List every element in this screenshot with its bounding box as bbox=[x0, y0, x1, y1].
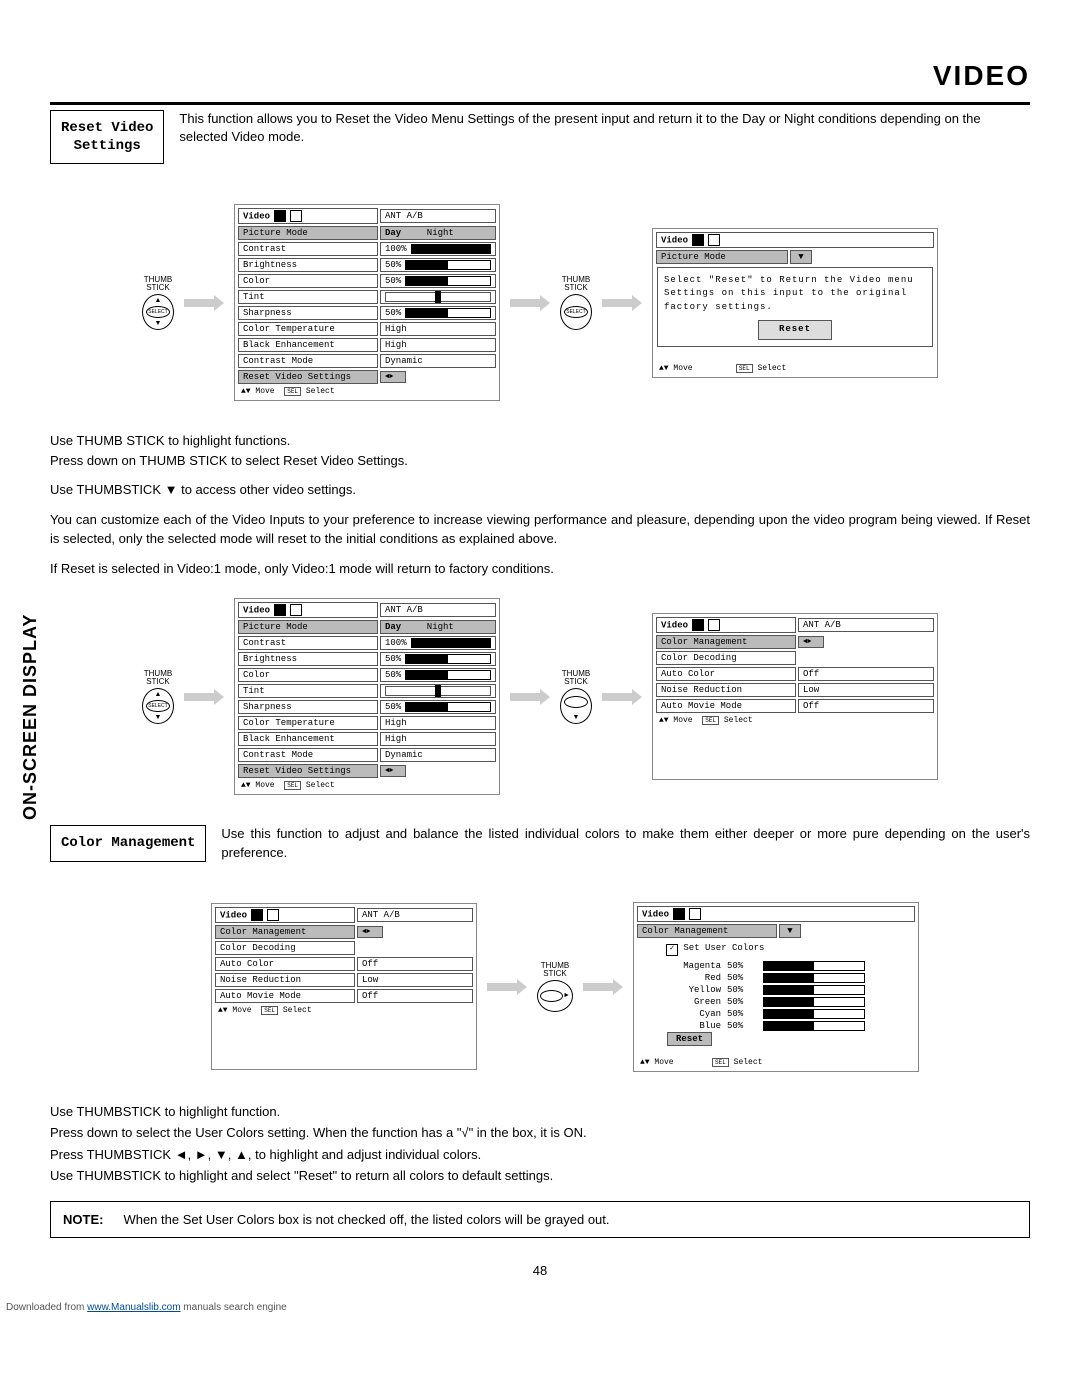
thumbstick-icon: THUMB STICK ▼ bbox=[560, 670, 592, 724]
osd-user-colors: Video Color Management ▼ ✓ Set User Colo… bbox=[633, 902, 919, 1072]
download-footer: Downloaded from www.Manualslib.com manua… bbox=[0, 1298, 1080, 1317]
diagram-color-mgmt: Video ANT A/B Color Management◄►Color De… bbox=[50, 902, 1030, 1072]
thumbstick-icon: THUMB STICK ► bbox=[537, 962, 573, 1012]
osd-reset-confirm: Video Picture Mode ▼ Select "Reset" to R… bbox=[652, 228, 938, 378]
thumbstick-icon: THUMB STICK ▲SELECT▼ bbox=[142, 276, 174, 330]
osd-color-mgmt-menu-2: Video ANT A/B Color Management◄►Color De… bbox=[211, 903, 477, 1070]
page-number: 48 bbox=[50, 1263, 1030, 1278]
reset-video-label: Reset Video Settings bbox=[50, 110, 164, 164]
manualslib-link[interactable]: www.Manualslib.com bbox=[87, 1302, 180, 1313]
color-instructions: Use THUMBSTICK to highlight function. Pr… bbox=[50, 1102, 1030, 1186]
osd-video-menu-2: Video ANT A/B Picture ModeDay NightContr… bbox=[234, 598, 500, 795]
arrow-icon bbox=[583, 979, 623, 995]
osd-video-menu: Video ANT A/B Picture ModeDay NightContr… bbox=[234, 204, 500, 401]
diagram-reset-1: THUMB STICK ▲SELECT▼ Video ANT A/B Pictu… bbox=[50, 204, 1030, 401]
arrow-icon bbox=[510, 689, 550, 705]
header-rule bbox=[50, 102, 1030, 105]
reset-video-intro: This function allows you to Reset the Vi… bbox=[179, 110, 1030, 164]
sidebar-on-screen-display: ON-SCREEN DISPLAY bbox=[20, 614, 41, 820]
osd-color-mgmt-menu: Video ANT A/B Color Management◄►Color De… bbox=[652, 613, 938, 780]
arrow-icon bbox=[510, 295, 550, 311]
color-management-label: Color Management bbox=[50, 825, 206, 861]
arrow-icon bbox=[602, 689, 642, 705]
thumbstick-icon: THUMB STICK ▲SELECT▼ bbox=[142, 670, 174, 724]
color-management-intro: Use this function to adjust and balance … bbox=[221, 825, 1030, 861]
diagram-reset-2: THUMB STICK ▲SELECT▼ Video ANT A/B Pictu… bbox=[50, 598, 1030, 795]
arrow-icon bbox=[184, 689, 224, 705]
instructions: Use THUMB STICK to highlight functions.P… bbox=[50, 431, 1030, 578]
arrow-icon bbox=[487, 979, 527, 995]
thumbstick-icon: THUMB STICK SELECT bbox=[560, 276, 592, 330]
note-box: NOTE: When the Set User Colors box is no… bbox=[50, 1201, 1030, 1238]
arrow-icon bbox=[602, 295, 642, 311]
page-title: VIDEO bbox=[50, 60, 1030, 92]
arrow-icon bbox=[184, 295, 224, 311]
